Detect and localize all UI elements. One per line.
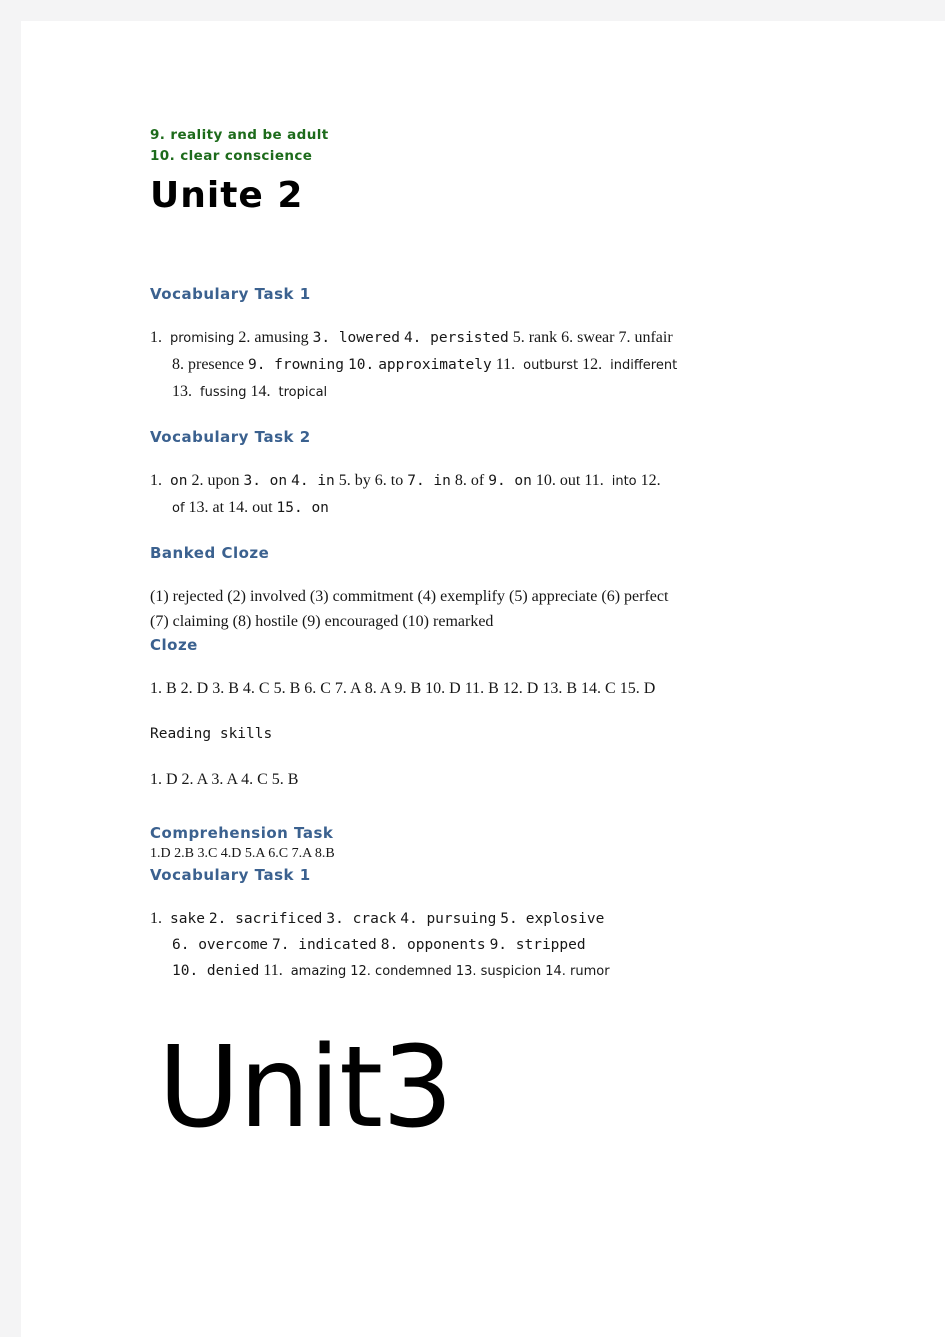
answer-token: 4. in <box>291 473 335 489</box>
answer-token: 9. frowning <box>247 357 344 373</box>
answer-token: on <box>170 473 188 489</box>
answer-token: 12. condemned <box>350 964 452 979</box>
answers-vocabulary-task-1-second: 1. sake 2. sacrificed 3. crack 4. pursui… <box>150 906 810 985</box>
answer-token: 7. indicated <box>272 937 377 953</box>
answer-token: 13. at <box>188 499 225 516</box>
answer-token: 3. crack <box>326 911 397 927</box>
answer-token: 11. <box>495 356 516 373</box>
answer-token: 1. <box>150 472 162 489</box>
answer-token: 9. stripped <box>489 937 586 953</box>
answers-vocabulary-task-2: 1. on 2. upon 3. on 4. in 5. by 6. to 7.… <box>150 468 810 522</box>
answer-token: promising <box>170 331 235 346</box>
banked-cloze-line-1: (1) rejected (2) involved (3) commitment… <box>150 588 669 605</box>
answer-token: 5. by <box>338 472 371 489</box>
comprehension-task-answers: 1.D 2.B 3.C 4.D 5.A 6.C 7.A 8.B <box>150 846 335 861</box>
answer-token: 5. <box>500 911 518 927</box>
answer-line: 1. sake 2. sacrificed 3. crack 4. pursui… <box>150 906 810 932</box>
answer-token: 1. <box>150 910 162 927</box>
answer-token: outburst <box>523 358 579 373</box>
answer-token: 13. suspicion <box>455 964 542 979</box>
answer-token: 3. on <box>243 473 288 489</box>
answer-token: 5. rank <box>512 329 558 346</box>
heading-banked-cloze: Banked Cloze <box>150 544 270 562</box>
answer-token: 12. <box>582 356 603 373</box>
heading-vocabulary-task-1-second: Vocabulary Task 1 <box>150 866 311 884</box>
answer-token: 2. upon <box>191 472 240 489</box>
answer-token: 12. <box>640 472 661 489</box>
answer-line: 6. overcome 7. indicated 8. opponents 9.… <box>150 932 810 958</box>
answer-token: 4. persisted <box>403 330 509 346</box>
answer-line: of 13. at 14. out 15. on <box>150 495 810 522</box>
carryover-item-9: 9. reality and be adult <box>150 127 329 143</box>
answer-token: 14. <box>250 383 271 400</box>
heading-vocabulary-task-2: Vocabulary Task 2 <box>150 428 311 446</box>
answer-token: 2. amusing <box>238 329 309 346</box>
answer-token: 11. <box>584 472 604 489</box>
answer-token: 3. lowered <box>312 330 400 346</box>
carryover-item-10: 10. clear conscience <box>150 148 313 164</box>
answer-token: 14. out <box>228 499 273 516</box>
answer-token: 10. <box>348 357 375 373</box>
cloze-answers: 1. B 2. D 3. B 4. C 5. B 6. C 7. A 8. A … <box>150 680 656 697</box>
answer-token: 8. opponents <box>380 937 486 953</box>
heading-cloze: Cloze <box>150 636 198 654</box>
answer-line: 10. denied 11. amazing 12. condemned 13.… <box>150 958 810 985</box>
answer-token: 6. to <box>374 472 404 489</box>
answer-line: 1. on 2. upon 3. on 4. in 5. by 6. to 7.… <box>150 468 810 495</box>
answer-line: 1. promising 2. amusing 3. lowered 4. pe… <box>150 325 810 352</box>
answer-token: 6. overcome <box>172 937 269 953</box>
unit2-title: Unite 2 <box>150 175 304 216</box>
unit3-title: Unit3 <box>158 1023 453 1153</box>
answer-token: 8. presence <box>172 356 244 373</box>
answer-token: 2. sacrificed <box>208 911 323 927</box>
document-page: 9. reality and be adult 10. clear consci… <box>21 21 945 1337</box>
answer-token: approximately <box>378 357 492 373</box>
answer-token: sake <box>170 911 205 927</box>
answer-token: 9. on <box>488 473 532 489</box>
document-content: 9. reality and be adult 10. clear consci… <box>150 125 810 1149</box>
answers-vocabulary-task-1: 1. promising 2. amusing 3. lowered 4. pe… <box>150 325 810 406</box>
heading-reading-skills: Reading skills <box>150 726 273 742</box>
answer-token: 7. unfair <box>618 329 673 346</box>
answer-token: 6. swear <box>561 329 615 346</box>
heading-vocabulary-task-1: Vocabulary Task 1 <box>150 285 311 303</box>
answer-token: 15. on <box>276 500 329 516</box>
answer-token: 11. <box>263 962 283 979</box>
answer-token: tropical <box>278 385 328 400</box>
answer-token: explosive <box>525 911 605 927</box>
banked-cloze-line-2: (7) claiming (8) hostile (9) encouraged … <box>150 613 494 630</box>
answer-token: 10. out <box>535 472 581 489</box>
answer-token: into <box>611 474 637 489</box>
answer-token: indifferent <box>610 358 678 373</box>
answer-token: 4. pursuing <box>400 911 497 927</box>
answer-token: 13. <box>172 383 192 400</box>
answer-line: 13. fussing 14. tropical <box>150 379 810 406</box>
answer-token: amazing <box>290 964 347 979</box>
answer-token: 7. in <box>407 473 451 489</box>
answer-line: 8. presence 9. frowning 10. approximatel… <box>150 352 810 379</box>
answer-token: of <box>172 501 185 516</box>
answer-token: 8. of <box>454 472 485 489</box>
reading-skills-answers: 1. D 2. A 3. A 4. C 5. B <box>150 771 299 788</box>
answer-token: fussing <box>200 385 247 400</box>
answer-token: 1. <box>150 329 162 346</box>
answer-token: 10. denied <box>172 963 260 979</box>
heading-comprehension-task: Comprehension Task <box>150 824 334 842</box>
answer-token: 14. rumor <box>545 964 610 979</box>
